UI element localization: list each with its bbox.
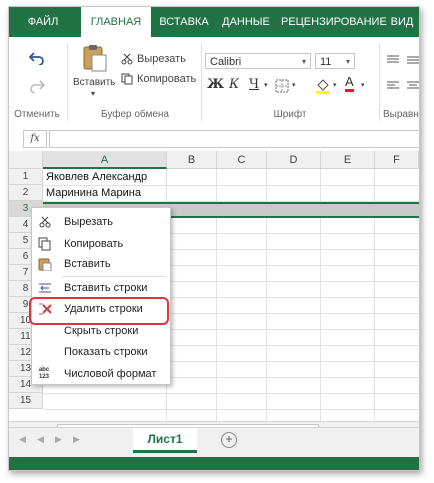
- first-sheet-icon[interactable]: ◀: [19, 434, 26, 445]
- scissors-icon: [39, 216, 51, 228]
- borders-icon[interactable]: [275, 79, 289, 93]
- row-context-menu: Вырезать Копировать Вставить Вставить ст…: [31, 207, 171, 385]
- highlight-box: [29, 297, 169, 325]
- menu-item-unhide-rows[interactable]: Показать строки: [32, 342, 170, 362]
- tab-file[interactable]: ФАЙЛ: [17, 7, 69, 37]
- paste-label[interactable]: Вставить: [73, 77, 115, 88]
- tab-home[interactable]: ГЛАВНАЯ: [81, 7, 151, 37]
- font-group-label: Шрифт: [273, 109, 307, 120]
- cut-button[interactable]: Вырезать: [137, 53, 186, 65]
- tab-view[interactable]: ВИД: [387, 7, 417, 37]
- gridline: [43, 393, 419, 394]
- menu-item-copy[interactable]: Копировать: [32, 234, 170, 254]
- underline-button[interactable]: Ч: [249, 77, 259, 92]
- copy-button[interactable]: Копировать: [137, 73, 196, 85]
- font-name-select[interactable]: Calibri ▾: [205, 53, 311, 69]
- row-header[interactable]: 1: [9, 169, 43, 185]
- add-sheet-button[interactable]: +: [221, 432, 237, 448]
- column-header[interactable]: F: [375, 151, 419, 169]
- column-header[interactable]: C: [217, 151, 267, 169]
- menu-item-paste[interactable]: Вставить: [32, 254, 170, 274]
- paste-icon: [38, 258, 52, 271]
- column-header[interactable]: E: [321, 151, 375, 169]
- chevron-down-icon: ▾: [301, 57, 306, 66]
- ribbon-separator: [201, 43, 202, 121]
- excel-window: ФАЙЛ ГЛАВНАЯ ВСТАВКА ДАННЫЕ РЕЦЕНЗИРОВАН…: [8, 6, 420, 471]
- menu-item-number-format[interactable]: abc 123 Числовой формат: [32, 364, 170, 384]
- chevron-down-icon: ▾: [345, 57, 350, 66]
- font-size-select[interactable]: 11 ▾: [315, 53, 355, 69]
- alignment-group-label: Выравн: [383, 109, 419, 120]
- italic-button[interactable]: К: [229, 77, 239, 92]
- tab-data[interactable]: ДАННЫЕ: [217, 7, 275, 37]
- scissors-icon[interactable]: [121, 53, 133, 65]
- copy-icon: [38, 237, 51, 251]
- prev-sheet-icon[interactable]: ◀: [37, 434, 44, 445]
- cell-a2[interactable]: Маринина Марина: [43, 185, 167, 201]
- chevron-down-icon[interactable]: ▾: [264, 81, 268, 89]
- number-format-icon: abc 123: [38, 367, 50, 380]
- chevron-down-icon[interactable]: ▾: [292, 81, 296, 89]
- tab-insert[interactable]: ВСТАВКА: [153, 7, 215, 37]
- row-header[interactable]: 2: [9, 185, 43, 201]
- formula-input[interactable]: [49, 130, 419, 148]
- chevron-down-icon[interactable]: ▾: [361, 81, 365, 89]
- redo-icon[interactable]: [29, 79, 45, 93]
- ribbon-separator: [379, 43, 380, 121]
- column-header[interactable]: B: [167, 151, 217, 169]
- ribbon-tab-bar: ФАЙЛ ГЛАВНАЯ ВСТАВКА ДАННЫЕ РЕЦЕНЗИРОВАН…: [9, 7, 419, 37]
- select-all-corner[interactable]: [9, 151, 43, 169]
- undo-icon[interactable]: [29, 51, 45, 65]
- paste-icon[interactable]: [81, 43, 109, 73]
- align-middle-icon[interactable]: [407, 55, 419, 65]
- cell-a1[interactable]: Яковлев Александр: [43, 169, 167, 185]
- formula-bar: fx: [9, 125, 419, 152]
- ribbon-separator: [67, 43, 68, 121]
- clipboard-group-label: Буфер обмена: [101, 109, 169, 120]
- next-sheet-icon[interactable]: ▶: [55, 434, 62, 445]
- font-color-button[interactable]: А: [345, 75, 354, 92]
- menu-separator: [62, 276, 166, 277]
- tab-review[interactable]: РЕЦЕНЗИРОВАНИЕ: [281, 7, 387, 37]
- menu-item-insert-rows[interactable]: Вставить строки: [32, 278, 170, 298]
- column-header[interactable]: A: [43, 151, 167, 169]
- fx-button[interactable]: fx: [23, 130, 47, 148]
- row-header[interactable]: 15: [9, 393, 43, 409]
- align-left-icon[interactable]: [387, 81, 399, 91]
- last-sheet-icon[interactable]: ▶: [73, 434, 80, 445]
- chevron-down-icon[interactable]: ▾: [333, 81, 337, 89]
- status-bar: [9, 457, 419, 470]
- sheet-tab-bar: ◀ ◀ ▶ ▶ Лист1 +: [9, 427, 419, 458]
- bold-button[interactable]: Ж: [207, 77, 224, 92]
- paste-dropdown-icon[interactable]: ▾: [91, 89, 95, 98]
- sheet-tab[interactable]: Лист1: [133, 428, 197, 453]
- ribbon-home: Отменить Вставить ▾ Вырезать Копировать …: [9, 37, 419, 126]
- column-header[interactable]: D: [267, 151, 321, 169]
- undo-group-label: Отменить: [14, 109, 60, 120]
- insert-rows-icon: [39, 283, 51, 293]
- align-center-icon[interactable]: [407, 81, 419, 91]
- menu-item-cut[interactable]: Вырезать: [32, 212, 170, 232]
- fill-color-icon[interactable]: [315, 77, 331, 95]
- align-top-icon[interactable]: [387, 55, 399, 65]
- copy-icon[interactable]: [121, 73, 133, 85]
- gridline: [43, 409, 419, 410]
